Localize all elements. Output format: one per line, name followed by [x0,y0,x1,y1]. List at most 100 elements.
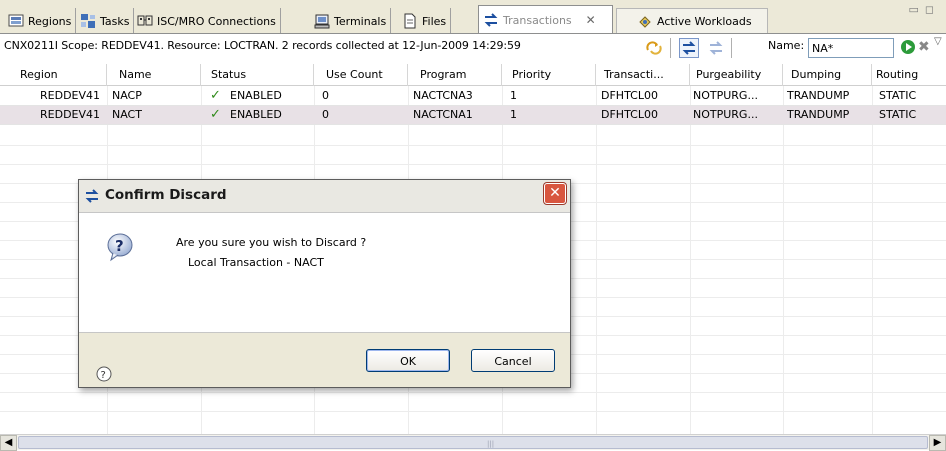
view-menu-icon[interactable]: ▽ [934,36,942,47]
grid-line [0,145,946,146]
view-tab-bar: Regions Tasks ISC/MRO Connections Termin… [0,0,946,34]
tab-label: Tasks [100,14,130,28]
tab-regions[interactable]: Regions [4,8,77,34]
column-header-status[interactable]: Status [201,64,314,86]
cell-priority: 1 [510,89,517,102]
table-row[interactable]: REDDEV41 NACP ✓ ENABLED 0 NACTCNA3 1 DFH… [0,87,946,106]
scroll-right-icon[interactable]: ▶ [929,435,946,451]
cell-routing: STATIC [879,89,917,102]
check-icon: ✓ [210,88,221,103]
terminals-icon [314,13,330,29]
tab-files[interactable]: Files [398,8,452,34]
help-icon[interactable]: ? [96,366,112,385]
maximize-icon[interactable]: ◻ [925,3,940,16]
svg-text:?: ? [115,237,124,255]
column-header-dumping[interactable]: Dumping [783,64,872,86]
confirm-discard-dialog: Confirm Discard ✕ ? Are you sure you wis… [78,179,571,388]
toolbar-separator [670,38,671,58]
cell-transaction-class: DFHTCL00 [601,108,658,121]
cell-program: NACTCNA3 [413,89,473,102]
tab-label: Transactions [503,13,572,27]
clear-filter-icon[interactable]: ✖ [918,39,930,55]
cell-routing: STATIC [879,108,917,121]
minimize-icon[interactable]: ▭ [908,3,924,16]
grid-line [0,392,946,393]
grid-line [690,86,691,436]
toolbar-separator [731,38,732,58]
ok-button[interactable]: OK [366,349,450,372]
window-controls: ▭◻ [908,3,940,16]
tab-isc-mro-connections[interactable]: ISC/MRO Connections [133,8,281,34]
name-filter-label: Name: [768,39,805,52]
close-dialog-button[interactable]: ✕ [544,183,566,204]
column-header-region[interactable]: Region [0,64,107,86]
dialog-titlebar[interactable]: Confirm Discard ✕ [79,180,570,212]
column-header-program[interactable]: Program [408,64,502,86]
workloads-icon [637,14,653,30]
table-row[interactable]: REDDEV41 NACT ✓ ENABLED 0 NACTCNA1 1 DFH… [0,106,946,125]
cell-name: NACT [112,108,142,121]
dialog-body: ? Are you sure you wish to Discard ? Loc… [79,212,570,333]
cell-name: NACP [112,89,142,102]
tab-terminals[interactable]: Terminals [310,8,392,34]
cell-dumping: TRANDUMP [787,108,850,121]
cell-purgeability: NOTPURG... [693,89,758,102]
show-definitions-icon[interactable] [707,39,725,60]
column-header-purgeability[interactable]: Purgeability [690,64,783,86]
dialog-message: Are you sure you wish to Discard ? [176,236,367,249]
run-filter-icon[interactable] [900,39,916,58]
status-message: CNX0211I Scope: REDDEV41. Resource: LOCT… [4,39,521,52]
cell-transaction-class: DFHTCL00 [601,89,658,102]
column-header-use-count[interactable]: Use Count [314,64,408,86]
tab-label: Regions [28,14,72,28]
tasks-icon [80,13,96,29]
scrollbar-thumb[interactable]: ||| [18,436,928,449]
grid-line [783,86,784,436]
cell-status: ENABLED [230,108,282,121]
name-filter-input[interactable] [808,38,894,58]
cell-use-count: 0 [322,89,329,102]
cell-region: REDDEV41 [40,89,101,102]
dialog-detail: Local Transaction - NACT [188,256,324,269]
cell-purgeability: NOTPURG... [693,108,758,121]
transactions-icon [84,188,100,207]
tab-label: ISC/MRO Connections [157,14,276,28]
tab-tasks[interactable]: Tasks [76,8,135,34]
scroll-left-icon[interactable]: ◀ [0,435,17,451]
grid-line [872,86,873,436]
column-header-priority[interactable]: Priority [502,64,596,86]
cancel-button[interactable]: Cancel [471,349,555,372]
refresh-icon[interactable] [645,40,663,59]
grid-line [596,86,597,436]
connections-icon [137,13,153,29]
tab-label: Files [422,14,447,28]
tab-label: Terminals [334,14,387,28]
grid-line [0,164,946,165]
view-toolbar: CNX0211I Scope: REDDEV41. Resource: LOCT… [0,34,946,62]
tab-label: Active Workloads [657,15,752,28]
dialog-title: Confirm Discard [105,187,227,203]
transactions-icon [483,12,499,28]
regions-icon [8,13,24,29]
horizontal-scrollbar[interactable]: ◀ ||| ▶ [0,434,946,451]
table-header: Region Name Status Use Count Program Pri… [0,64,946,86]
svg-text:?: ? [101,370,106,381]
check-icon: ✓ [210,107,221,122]
question-icon: ? [105,231,137,266]
tab-transactions[interactable]: Transactions ✕ [478,5,613,34]
cell-use-count: 0 [322,108,329,121]
cell-program: NACTCNA1 [413,108,473,121]
tab-active-workloads[interactable]: Active Workloads [616,8,768,34]
cell-status: ENABLED [230,89,282,102]
cell-priority: 1 [510,108,517,121]
cell-dumping: TRANDUMP [787,89,850,102]
column-header-routing[interactable]: Routing [872,64,946,86]
grip-icon: ||| [487,440,495,448]
column-header-transaction-class[interactable]: Transacti... [596,64,690,86]
close-tab-icon[interactable]: ✕ [586,13,596,27]
grid-line [0,411,946,412]
cell-region: REDDEV41 [40,108,101,121]
files-icon [402,13,418,29]
column-header-name[interactable]: Name [107,64,201,86]
show-transactions-icon[interactable] [679,38,699,58]
